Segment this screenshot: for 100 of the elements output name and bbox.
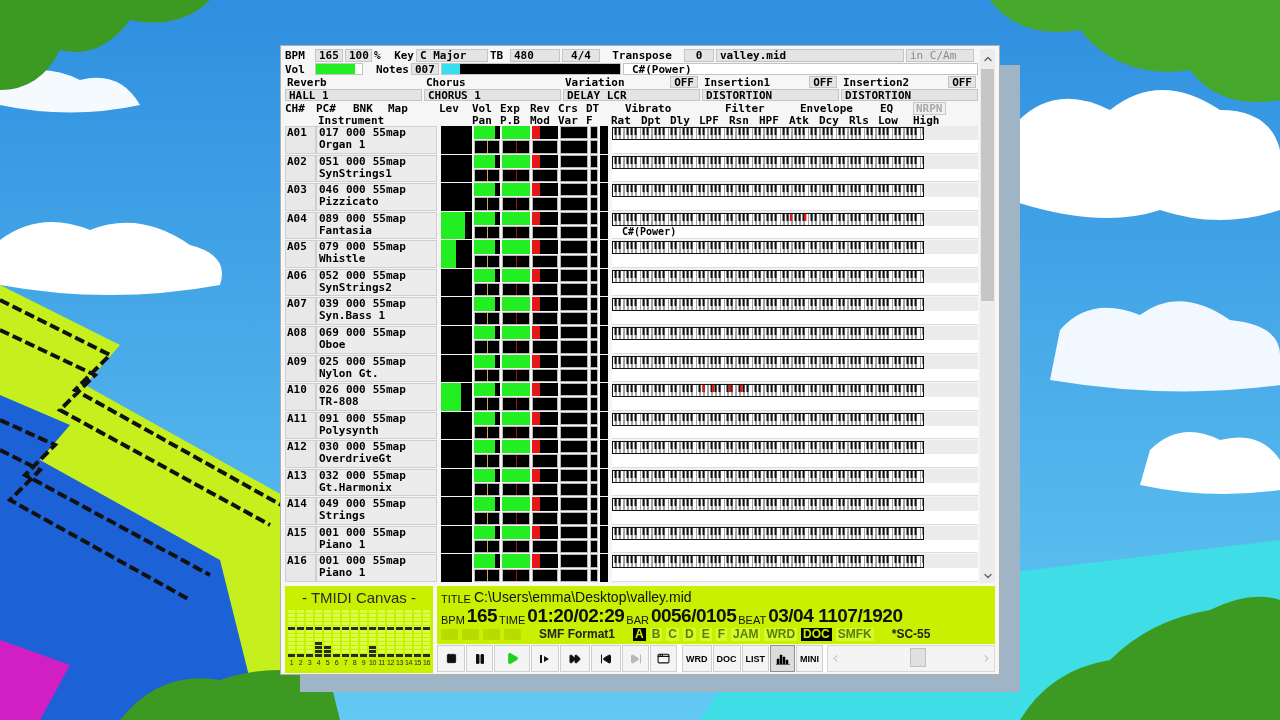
effect-label: Insertion1 [703, 76, 772, 88]
chord-field: C#(Power) [623, 63, 978, 75]
window-button[interactable] [650, 645, 677, 672]
column-header: HPF [759, 114, 780, 126]
bank-number: 000 [345, 555, 366, 568]
bank-number: 000 [345, 498, 366, 511]
column-header: Low [878, 114, 899, 126]
detune-meter [590, 411, 598, 425]
fine-tune-meter [590, 568, 598, 582]
bpm-label: BPM [441, 614, 465, 626]
bank-number: 000 [345, 441, 366, 454]
instrument-name: Whistle [319, 253, 367, 266]
detune-meter [590, 268, 598, 283]
percent-label: % [374, 49, 382, 62]
pause-icon [473, 652, 486, 665]
transpose-field: 0 [684, 49, 714, 62]
fast-forward-button[interactable] [560, 645, 590, 672]
program-number: 069 [319, 326, 339, 339]
meter-view-button[interactable] [770, 645, 795, 672]
pause-button[interactable] [466, 645, 493, 672]
channel-number: A03 [285, 183, 316, 211]
detune-meter [590, 297, 598, 311]
chorus-meter [560, 383, 588, 397]
column-header: EQ [880, 102, 895, 114]
step-button[interactable] [531, 645, 559, 672]
column-header: DT [586, 102, 601, 114]
effect-switch[interactable]: OFF [670, 76, 698, 88]
variation-meter [560, 140, 588, 154]
column-header: Pan [472, 114, 493, 126]
stop-icon [445, 653, 457, 664]
detune-meter [590, 325, 598, 340]
fine-tune-meter [590, 425, 598, 440]
status-flag: C [666, 628, 680, 641]
channel-number: A08 [285, 325, 316, 354]
transpose-label: Transpose [611, 49, 673, 62]
channel-number: A13 [285, 468, 316, 497]
chorus-meter [560, 268, 588, 283]
stop-button[interactable] [437, 645, 465, 672]
instrument-name: Nylon Gt. [319, 367, 379, 380]
fine-tune-meter [590, 225, 598, 240]
key-hint-field: in C/Am [906, 49, 974, 62]
detune-meter [590, 354, 598, 368]
effect-switch[interactable]: OFF [809, 76, 837, 88]
seek-thumb[interactable] [909, 648, 926, 667]
channel-number: A16 [285, 554, 316, 582]
program-number: 017 [319, 127, 339, 139]
fine-tune-meter [590, 311, 598, 325]
chorus-meter [560, 325, 588, 340]
map-name: 55map [372, 526, 406, 539]
variation-meter [560, 454, 588, 468]
effect-type-field: DISTORTION [841, 89, 978, 101]
chorus-meter [560, 440, 588, 454]
variation-meter [560, 197, 588, 211]
variation-meter [560, 368, 588, 383]
play-icon [505, 652, 519, 665]
map-name: 55map [372, 241, 406, 254]
effect-switch[interactable]: OFF [948, 76, 976, 88]
view-button[interactable]: WRD [682, 645, 712, 672]
bank-number: 000 [345, 412, 366, 425]
view-button[interactable]: DOC [712, 645, 741, 672]
program-number: 089 [319, 212, 339, 225]
bank-number: 000 [345, 241, 366, 254]
pitch-bend-meter [502, 283, 530, 297]
column-header: Vol [472, 102, 493, 114]
column-header: Instrument [318, 114, 386, 126]
column-header: Mod [530, 114, 551, 126]
pitch-bend-meter [502, 483, 530, 497]
scrollbar[interactable] [980, 49, 995, 583]
variation-meter [560, 254, 588, 268]
previous-button[interactable] [591, 645, 621, 672]
chorus-meter [560, 354, 588, 368]
chord-label: C#(Power) [622, 225, 677, 237]
level-meter [441, 468, 472, 497]
pitch-bend-meter [502, 397, 530, 411]
bank-number: 000 [345, 355, 366, 368]
title-label: TITLE [441, 593, 471, 605]
column-header: BNK [353, 102, 374, 114]
level-meter [441, 554, 472, 582]
channel-number: A09 [285, 354, 316, 383]
column-header: High [913, 114, 941, 126]
column-header: P.B [500, 114, 521, 126]
instrument-name: Syn.Bass 1 [319, 310, 387, 323]
seek-slider[interactable] [827, 645, 995, 672]
detune-meter [590, 497, 598, 511]
view-button[interactable]: MINI [796, 645, 823, 672]
chorus-meter [560, 126, 588, 140]
map-name: 55map [372, 469, 406, 482]
channel-number: A12 [285, 440, 316, 468]
scroll-thumb[interactable] [981, 69, 994, 301]
level-meter [441, 154, 472, 183]
file-path: C:\Users\emma\Desktop\valley.mid [473, 589, 692, 605]
instrument-name: Gt.Harmonix [319, 481, 392, 494]
level-meter [441, 497, 472, 525]
chorus-meter [560, 211, 588, 225]
instrument-name: Fantasia [319, 224, 373, 237]
fine-tune-meter [590, 483, 598, 497]
view-button[interactable]: LIST [741, 645, 769, 672]
program-number: 039 [319, 298, 339, 311]
program-number: 030 [319, 441, 339, 454]
column-header: Dcy [819, 114, 839, 126]
